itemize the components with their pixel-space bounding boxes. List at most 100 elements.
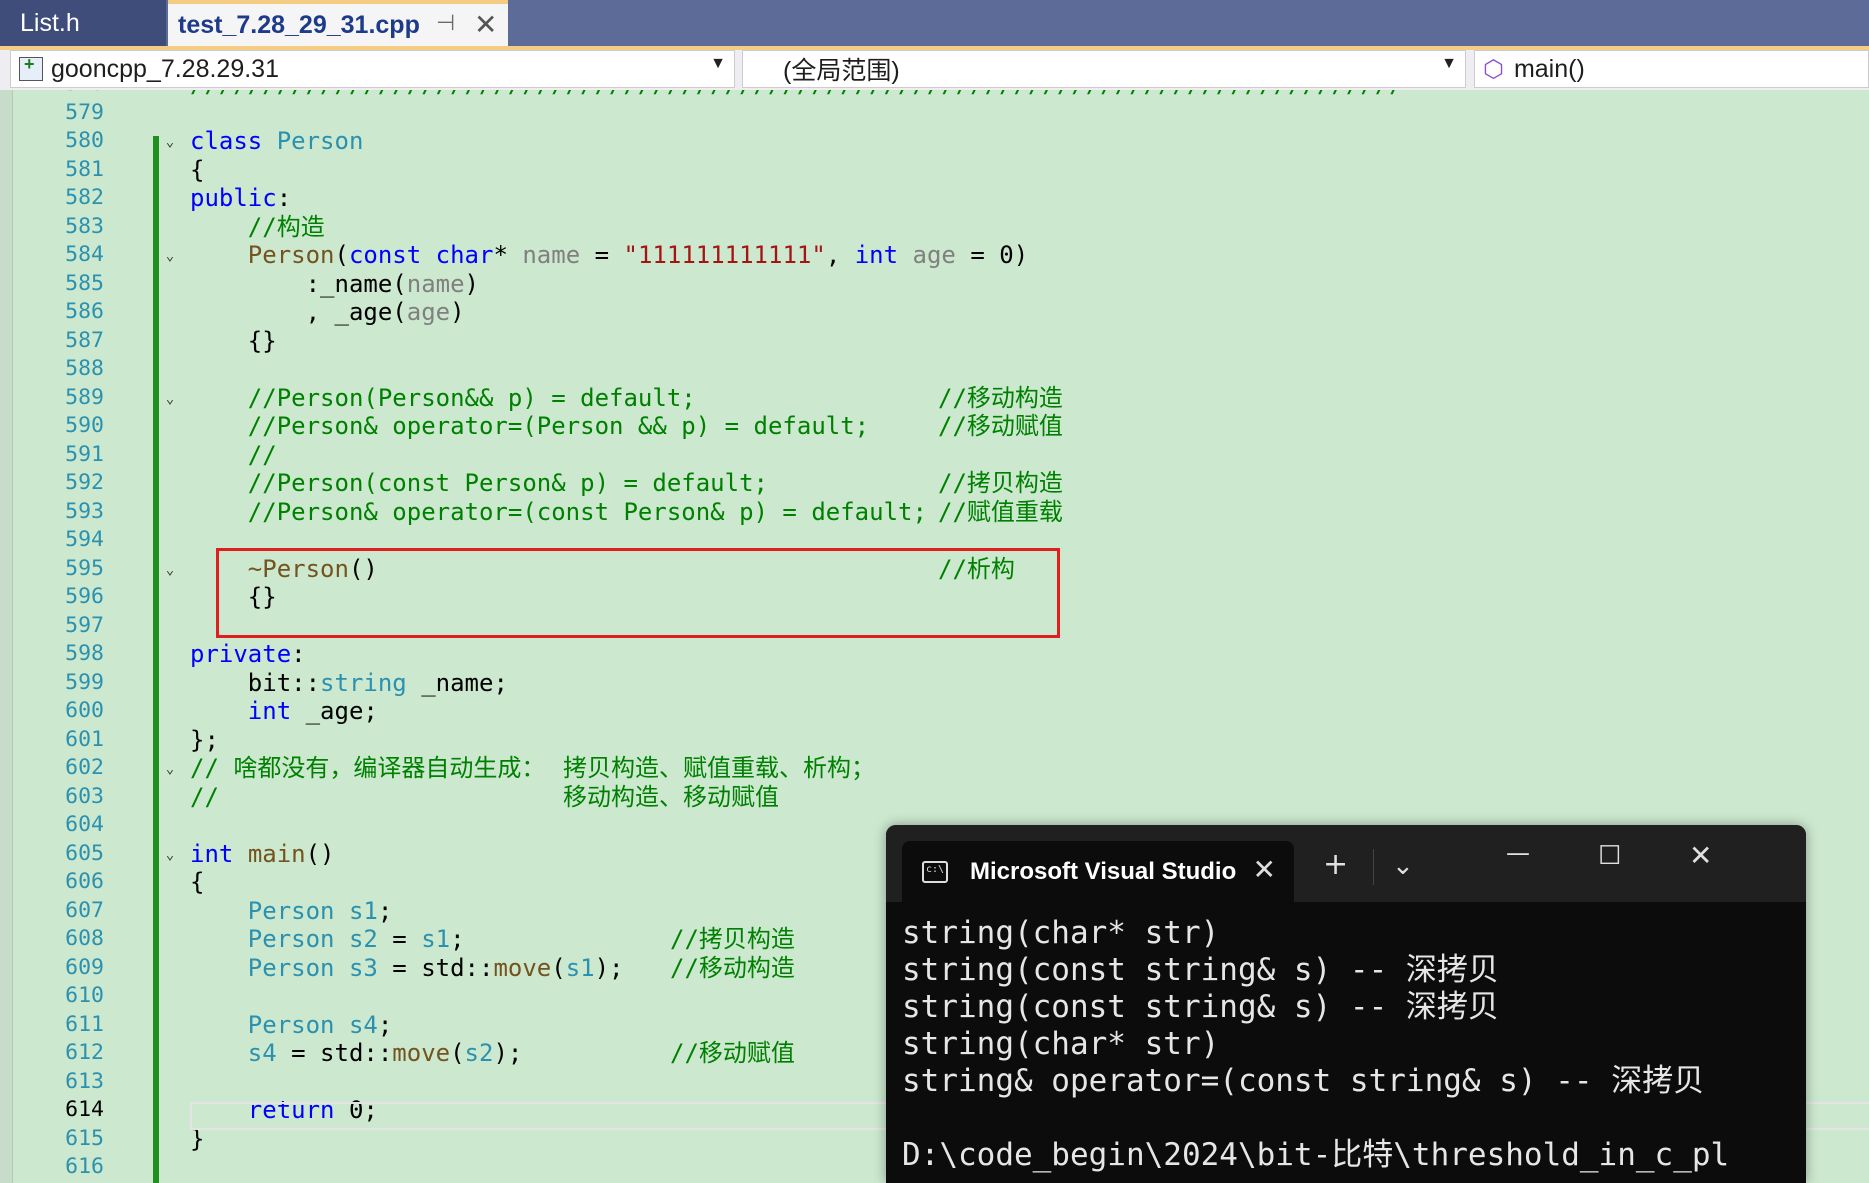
line-number: 596	[65, 584, 104, 609]
close-tab-icon[interactable]: ✕	[474, 8, 497, 41]
fold-toggle-icon[interactable]: ⌄	[162, 562, 178, 578]
minimize-button[interactable]: —	[1506, 839, 1530, 867]
console-line: string(const string& s) -- 深拷贝	[902, 952, 1499, 988]
line-number: 588	[65, 356, 104, 381]
line-number: 613	[65, 1068, 104, 1094]
console-output[interactable]: string(char* str) string(const string& s)…	[902, 915, 1802, 1174]
tab-test-cpp[interactable]: test_7.28_29_31.cpp ⊣ ✕	[168, 0, 508, 46]
line-number: 581	[65, 156, 104, 182]
fold-toggle-icon[interactable]: ⌄	[162, 248, 178, 264]
chevron-down-icon[interactable]: ▼	[1441, 55, 1457, 73]
code-comment: //拷贝构造	[670, 925, 795, 953]
code-comment: //移动构造	[938, 383, 1063, 412]
console-window: Microsoft Visual Studio ✕ + ⌄ — ☐ ✕ stri…	[886, 825, 1806, 1183]
code-comment: //移动赋值	[670, 1039, 795, 1067]
console-tab[interactable]: Microsoft Visual Studio ✕	[902, 841, 1294, 902]
close-window-button[interactable]: ✕	[1689, 839, 1712, 872]
line-number: 599	[65, 669, 104, 695]
code-comment: 拷贝构造、赋值重载、析构；	[563, 754, 875, 782]
chevron-down-icon[interactable]: ▼	[710, 55, 726, 73]
document-tab-strip: List.h test_7.28_29_31.cpp ⊣ ✕	[0, 0, 1869, 46]
project-name: gooncpp_7.28.29.31	[51, 54, 279, 83]
line-number: 593	[65, 498, 104, 524]
console-line: string(char* str)	[902, 1026, 1220, 1062]
code-comment: //移动构造	[670, 953, 795, 982]
fold-toggle-icon[interactable]: ⌄	[162, 391, 178, 407]
divider	[1373, 849, 1374, 885]
member-dropdown[interactable]: ⬡ main()	[1474, 50, 1869, 88]
change-tracking-bar	[153, 136, 159, 1183]
console-line: string(char* str)	[902, 915, 1220, 951]
console-line: D:\code_begin\2024\bit-比特\threshold_in_c…	[902, 1137, 1730, 1173]
line-number: 595	[65, 555, 104, 581]
scope-dropdown[interactable]: (全局范围) ▼	[742, 50, 1466, 88]
line-number: 578	[44, 90, 104, 99]
code-line: Person s2 = s1;	[247, 925, 465, 953]
code-comment: 移动构造、移动赋值	[563, 782, 779, 811]
code-line: public:	[190, 184, 292, 212]
code-line: ////////////////////////////////////////…	[190, 90, 1404, 99]
line-number: 601	[65, 726, 104, 752]
code-line: :_name(name)	[190, 269, 479, 298]
tab-list-h[interactable]: List.h	[0, 0, 166, 46]
line-number: 590	[65, 413, 104, 438]
line-number: 585	[65, 270, 104, 296]
console-line: string(const string& s) -- 深拷贝	[902, 989, 1499, 1025]
code-comment: //赋值重载	[938, 497, 1063, 526]
code-line: int _age;	[247, 697, 378, 725]
member-name: main()	[1513, 54, 1585, 83]
chevron-down-icon[interactable]: ⌄	[1392, 851, 1414, 881]
line-number: 615	[65, 1125, 104, 1151]
new-tab-button[interactable]: +	[1323, 847, 1348, 882]
code-line: //构造	[190, 212, 325, 241]
code-line: {}	[190, 326, 277, 355]
code-line: private:	[190, 640, 306, 668]
line-number: 583	[65, 213, 104, 239]
code-line: {	[190, 155, 205, 184]
navigation-bar: gooncpp_7.28.29.31 ▼ (全局范围) ▼ ⬡ main()	[0, 50, 1869, 90]
line-number: 612	[65, 1040, 104, 1065]
line-number: 584	[65, 242, 104, 267]
code-line: Person(const char* name = "111111111111"…	[247, 241, 1029, 269]
code-line: };	[190, 725, 219, 754]
line-number: 606	[65, 869, 104, 894]
close-tab-icon[interactable]: ✕	[1253, 853, 1276, 886]
code-comment: //拷贝构造	[938, 469, 1063, 497]
code-line: Person s1;	[247, 896, 393, 925]
line-number: 582	[65, 185, 104, 210]
code-line: s4 = std::move(s2);	[247, 1039, 523, 1067]
code-line: Person s4;	[247, 1010, 393, 1039]
code-line: //Person& operator=(const Person& p) = d…	[190, 497, 927, 526]
line-number: 592	[65, 470, 104, 495]
code-line: //Person(Person&& p) = default;	[190, 383, 696, 412]
line-number: 600	[65, 698, 104, 723]
project-dropdown[interactable]: gooncpp_7.28.29.31 ▼	[10, 50, 735, 88]
tab-label: List.h	[20, 8, 80, 37]
line-number: 597	[65, 612, 104, 638]
code-line: //Person(const Person& p) = default;	[190, 469, 768, 497]
maximize-button[interactable]: ☐	[1598, 841, 1621, 871]
code-line: {	[190, 868, 205, 896]
destructor-highlight-box	[216, 548, 1060, 638]
pin-icon[interactable]: ⊣	[436, 10, 455, 36]
line-number: 616	[65, 1154, 104, 1179]
line-number: 602	[65, 755, 104, 780]
code-line: class Person	[190, 127, 364, 155]
fold-toggle-icon[interactable]: ⌄	[162, 761, 178, 777]
line-number: 586	[65, 299, 104, 324]
code-line: //	[190, 782, 219, 811]
fold-toggle-icon[interactable]: ⌄	[162, 847, 178, 863]
code-line: Person s3 = std::move(s1);	[247, 953, 624, 982]
code-line: , _age(age)	[190, 298, 465, 326]
line-number: 587	[65, 327, 104, 353]
line-number: 609	[65, 954, 104, 980]
terminal-icon	[922, 860, 948, 883]
console-title: Microsoft Visual Studio	[970, 857, 1237, 885]
fold-toggle-icon[interactable]: ⌄	[162, 134, 178, 150]
console-titlebar: Microsoft Visual Studio ✕ + ⌄ — ☐ ✕	[886, 825, 1806, 902]
line-number: 589	[65, 384, 104, 410]
line-number: 591	[65, 441, 104, 467]
scope-name: (全局范围)	[783, 57, 900, 85]
line-number: 611	[65, 1011, 104, 1037]
